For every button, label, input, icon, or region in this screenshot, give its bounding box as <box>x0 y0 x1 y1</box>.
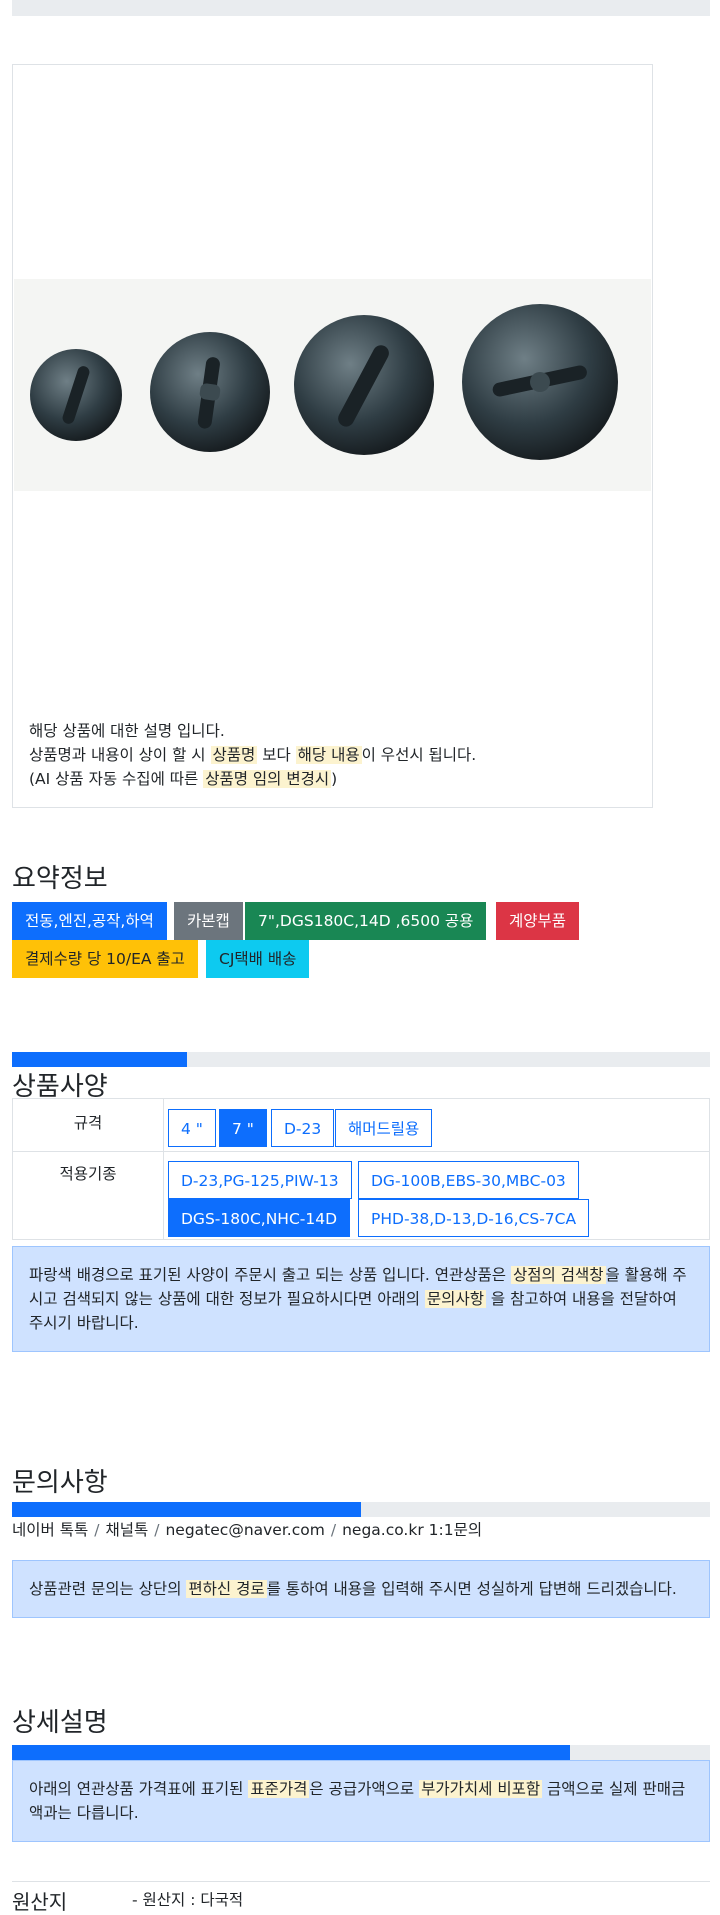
description-text: (AI 상품 자동 수집에 따른 <box>29 770 204 788</box>
inquiry-progress-track <box>12 1502 710 1517</box>
origin-value: - 원산지 : 다국적 <box>132 1891 244 1909</box>
spec-progress-bar <box>12 1052 187 1067</box>
description-line-3: (AI 상품 자동 수집에 따른 상품명 임의 변경시) <box>29 767 476 791</box>
description-text: 상품명과 내용이 상이 할 시 <box>29 746 211 764</box>
contact-email[interactable]: negatec@naver.com <box>165 1521 324 1539</box>
highlight-convenient-route: 편하신 경로 <box>186 1580 267 1598</box>
highlight-vat-excluded: 부가가치세 비포함 <box>419 1780 543 1798</box>
inquiry-notice: 상품관련 문의는 상단의 편하신 경로 를 통하여 내용을 입력해 주시면 성실하… <box>12 1560 710 1618</box>
inquiry-title: 문의사항 <box>12 1468 108 1498</box>
description-line-2: 상품명과 내용이 상이 할 시 상품명 보다 해당 내용 이 우선시 됩니다. <box>29 743 476 767</box>
origin-title: 원산지 <box>12 1890 68 1914</box>
detail-title: 상세설명 <box>12 1708 108 1738</box>
option-size-4[interactable]: 4 " <box>168 1109 216 1147</box>
inquiry-progress-bar <box>12 1502 361 1517</box>
notice-text: 파랑색 배경으로 표기된 사양이 주문시 출고 되는 상품 입니다. 연관상품은 <box>29 1266 511 1284</box>
badge-category: 전동,엔진,공작,하역 <box>12 902 167 940</box>
contact-channel-talk[interactable]: 채널톡 <box>105 1521 148 1539</box>
highlight-product-name: 상품명 <box>210 746 258 764</box>
notice-text: 를 통하여 내용을 입력해 주시면 성실하게 답변해 드리겠습니다. <box>266 1580 677 1598</box>
notice-text: 상품관련 문의는 상단의 <box>29 1580 187 1598</box>
description-line-1: 해당 상품에 대한 설명 입니다. <box>29 722 225 740</box>
spec-progress-track <box>12 1052 710 1067</box>
option-model-phd38[interactable]: PHD-38,D-13,D-16,CS-7CA <box>358 1199 590 1237</box>
row-divider <box>13 1151 709 1152</box>
contact-links: 네이버 톡톡 / 채널톡 / negatec@naver.com / nega.co.kr … <box>12 1521 483 1539</box>
option-hammer-drill[interactable]: 해머드릴용 <box>335 1109 433 1147</box>
highlight-search-box: 상점의 검색창 <box>511 1266 606 1284</box>
badge-compatibility: 7",DGS180C,14D ,6500 공용 <box>245 902 487 940</box>
notice-text: 아래의 연관상품 가격표에 표기된 <box>29 1780 249 1798</box>
summary-title: 요약정보 <box>12 864 108 894</box>
option-d23[interactable]: D-23 <box>271 1109 335 1147</box>
product-image-card: 해당 상품에 대한 설명 입니다. 상품명과 내용이 상이 할 시 상품명 보다… <box>12 64 653 808</box>
origin-divider <box>12 1881 710 1882</box>
badge-shipping: CJ택배 배송 <box>206 940 310 978</box>
description-text: 이 우선시 됩니다. <box>361 746 477 764</box>
option-model-dgs180c[interactable]: DGS-180C,NHC-14D <box>168 1199 351 1237</box>
column-divider <box>163 1099 164 1239</box>
description-text: ) <box>331 770 338 788</box>
top-progress-track <box>12 0 710 16</box>
detail-progress-bar <box>12 1745 571 1760</box>
spec-label-models: 적용기종 <box>59 1165 117 1183</box>
spec-notice: 파랑색 배경으로 표기된 사양이 주문시 출고 되는 상품 입니다. 연관상품은… <box>12 1246 710 1352</box>
option-model-dg100b[interactable]: DG-100B,EBS-30,MBC-03 <box>358 1161 579 1199</box>
product-photo <box>14 279 651 491</box>
notice-text: 은 공급가액으로 <box>309 1780 420 1798</box>
contact-naver-talk[interactable]: 네이버 톡톡 <box>12 1521 88 1539</box>
spec-table: 규격 적용기종 4 " 7 " D-23 해머드릴용 D-23,PG-125,P… <box>12 1098 710 1240</box>
badge-quantity: 결제수량 당 10/EA 출고 <box>12 940 198 978</box>
option-size-7[interactable]: 7 " <box>219 1109 267 1147</box>
description-text: 보다 <box>257 746 296 764</box>
contact-website-inquiry[interactable]: nega.co.kr 1:1문의 <box>342 1521 482 1539</box>
badge-type: 카본캡 <box>174 902 243 940</box>
badge-brand: 계양부품 <box>496 902 580 940</box>
carbon-brush-caps-image <box>30 304 618 460</box>
highlight-inquiry: 문의사항 <box>424 1290 486 1308</box>
product-description: 해당 상품에 대한 설명 입니다. 상품명과 내용이 상이 할 시 상품명 보다… <box>29 719 476 791</box>
highlight-content: 해당 내용 <box>295 746 362 764</box>
highlight-standard-price: 표준가격 <box>248 1780 310 1798</box>
detail-progress-track <box>12 1745 710 1760</box>
price-notice: 아래의 연관상품 가격표에 표기된 표준가격 은 공급가액으로 부가가치세 비포함… <box>12 1760 710 1842</box>
spec-label-size: 규격 <box>73 1114 103 1132</box>
option-model-d23[interactable]: D-23,PG-125,PIW-13 <box>168 1161 352 1199</box>
highlight-name-change: 상품명 임의 변경시 <box>203 770 332 788</box>
